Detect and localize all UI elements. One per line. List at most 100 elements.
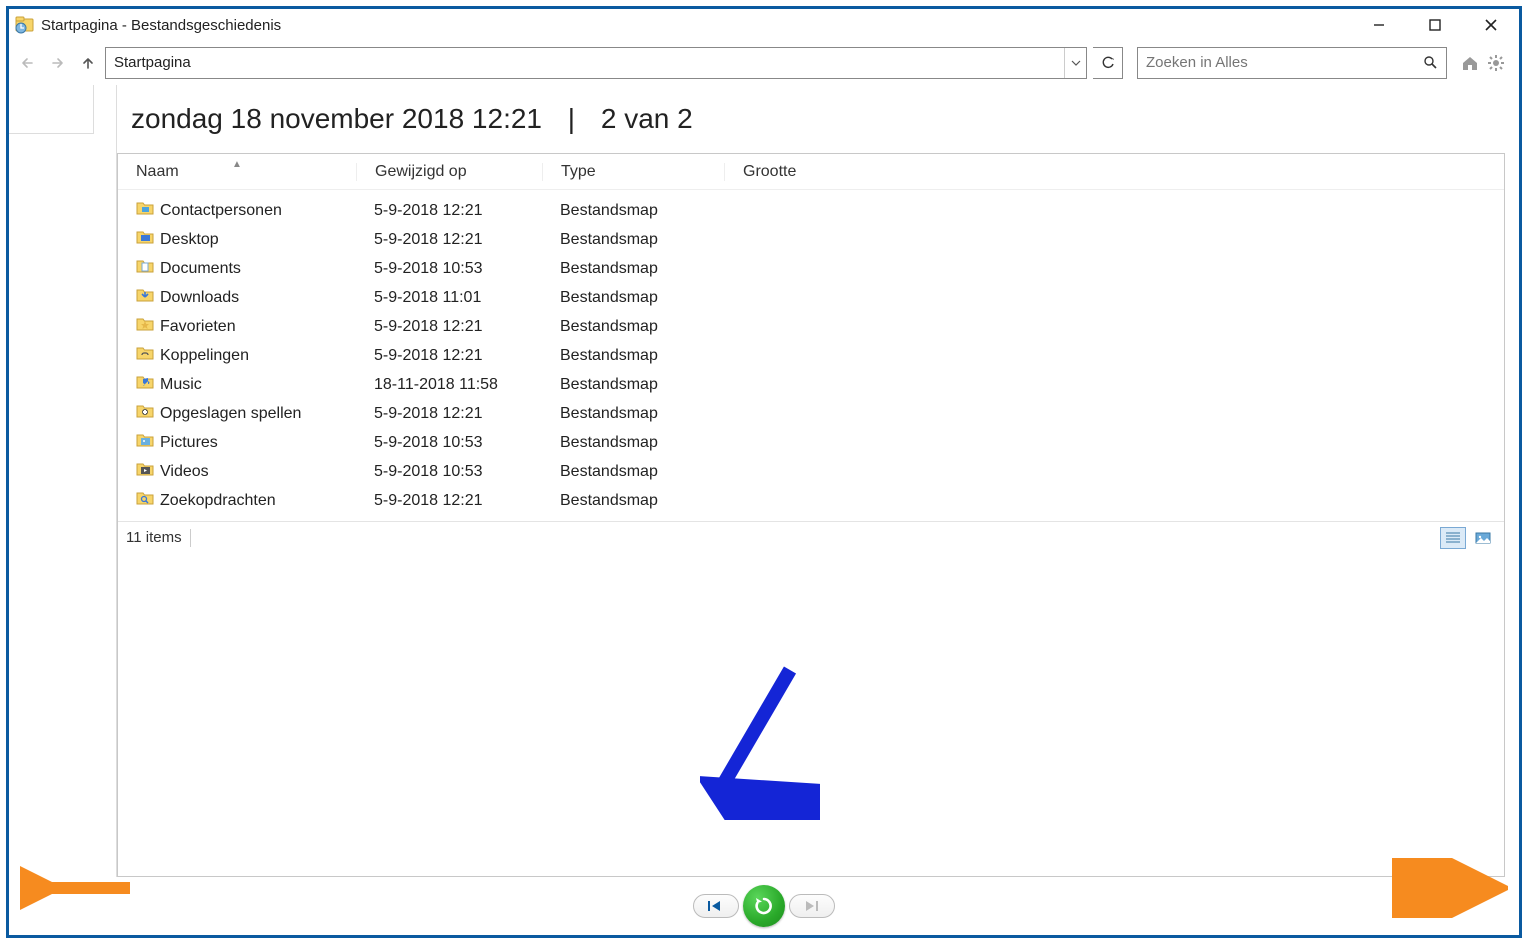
column-header-type[interactable]: Type <box>542 163 724 181</box>
file-rows: Contactpersonen5-9-2018 12:21Bestandsmap… <box>118 190 1504 521</box>
file-name: Documents <box>160 260 241 278</box>
file-name: Opgeslagen spellen <box>160 405 301 423</box>
table-row[interactable]: Desktop5-9-2018 12:21Bestandsmap <box>118 225 1504 254</box>
restore-button[interactable] <box>743 885 785 927</box>
sort-indicator-icon: ▲ <box>232 159 242 170</box>
folder-pictures-icon <box>136 432 154 453</box>
table-row[interactable]: Contactpersonen 5-9-2018 12:21Bestandsmap <box>118 196 1504 225</box>
file-modified: 18-11-2018 11:58 <box>356 376 542 394</box>
table-row[interactable]: Documents 5-9-2018 10:53Bestandsmap <box>118 254 1504 283</box>
file-type: Bestandsmap <box>542 492 724 510</box>
header-separator: | <box>568 103 575 134</box>
table-row[interactable]: Koppelingen 5-9-2018 12:21Bestandsmap <box>118 341 1504 370</box>
search-input[interactable] <box>1138 48 1416 78</box>
table-row[interactable]: Downloads 5-9-2018 11:01Bestandsmap <box>118 283 1504 312</box>
folder-searches-icon <box>136 490 154 511</box>
file-modified: 5-9-2018 12:21 <box>356 202 542 220</box>
view-thumbnails-button[interactable] <box>1470 527 1496 549</box>
bottom-controls <box>9 877 1519 935</box>
gear-icon[interactable] <box>1485 52 1507 74</box>
view-details-button[interactable] <box>1440 527 1466 549</box>
file-name: Favorieten <box>160 318 236 336</box>
home-icon[interactable] <box>1459 52 1481 74</box>
file-list-panel: Naam ▲ Gewijzigd op Type Grootte Contact… <box>117 153 1505 877</box>
nav-up-button[interactable] <box>77 52 99 74</box>
search-button[interactable] <box>1416 48 1446 78</box>
table-row[interactable]: Videos 5-9-2018 10:53Bestandsmap <box>118 457 1504 486</box>
next-version-button[interactable] <box>789 894 835 918</box>
navigation-bar <box>9 41 1519 85</box>
refresh-button[interactable] <box>1093 47 1123 79</box>
nav-back-button[interactable] <box>17 51 41 75</box>
file-modified: 5-9-2018 12:21 <box>356 492 542 510</box>
file-name: Contactpersonen <box>160 202 282 220</box>
file-name: Desktop <box>160 231 219 249</box>
folder-downloads-icon <box>136 287 154 308</box>
item-count: 11 items <box>126 529 182 546</box>
file-modified: 5-9-2018 12:21 <box>356 231 542 249</box>
snapshot-datetime: zondag 18 november 2018 12:21 <box>131 103 542 134</box>
close-button[interactable] <box>1463 9 1519 41</box>
column-header-size[interactable]: Grootte <box>724 163 844 181</box>
file-name: Zoekopdrachten <box>160 492 276 510</box>
file-type: Bestandsmap <box>542 260 724 278</box>
file-modified: 5-9-2018 12:21 <box>356 318 542 336</box>
file-name: Videos <box>160 463 209 481</box>
folder-desktop-icon <box>136 229 154 250</box>
previous-version-button[interactable] <box>693 894 739 918</box>
view-toggle <box>1440 527 1496 549</box>
file-modified: 5-9-2018 10:53 <box>356 434 542 452</box>
status-divider <box>190 529 191 547</box>
file-modified: 5-9-2018 10:53 <box>356 260 542 278</box>
folder-favorites-icon <box>136 316 154 337</box>
file-name: Pictures <box>160 434 218 452</box>
content-area: zondag 18 november 2018 12:21 | 2 van 2 … <box>9 85 1519 877</box>
window-controls <box>1351 9 1519 41</box>
column-headers: Naam ▲ Gewijzigd op Type Grootte <box>118 154 1504 190</box>
toolbar-right-icons <box>1459 52 1507 74</box>
file-type: Bestandsmap <box>542 289 724 307</box>
table-row[interactable]: Pictures 5-9-2018 10:53Bestandsmap <box>118 428 1504 457</box>
table-row[interactable]: Zoekopdrachten 5-9-2018 12:21Bestandsmap <box>118 486 1504 515</box>
file-type: Bestandsmap <box>542 376 724 394</box>
file-type: Bestandsmap <box>542 434 724 452</box>
file-type: Bestandsmap <box>542 202 724 220</box>
address-bar <box>105 47 1087 79</box>
file-type: Bestandsmap <box>542 347 724 365</box>
file-name: Downloads <box>160 289 239 307</box>
file-type: Bestandsmap <box>542 463 724 481</box>
window-title: Startpagina - Bestandsgeschiedenis <box>41 17 281 34</box>
status-bar: 11 items <box>118 521 1504 553</box>
previous-version-pane[interactable] <box>9 85 117 877</box>
titlebar: Startpagina - Bestandsgeschiedenis <box>9 9 1519 41</box>
maximize-button[interactable] <box>1407 9 1463 41</box>
folder-videos-icon <box>136 461 154 482</box>
address-input[interactable] <box>106 48 1064 78</box>
file-type: Bestandsmap <box>542 405 724 423</box>
file-history-window: Startpagina - Bestandsgeschiedenis <box>6 6 1522 938</box>
column-header-name[interactable]: Naam ▲ <box>118 163 356 181</box>
address-dropdown-button[interactable] <box>1064 48 1086 78</box>
file-modified: 5-9-2018 11:01 <box>356 289 542 307</box>
folder-documents-icon <box>136 258 154 279</box>
minimize-button[interactable] <box>1351 9 1407 41</box>
file-name: Koppelingen <box>160 347 249 365</box>
table-row[interactable]: Favorieten 5-9-2018 12:21Bestandsmap <box>118 312 1504 341</box>
file-modified: 5-9-2018 12:21 <box>356 347 542 365</box>
search-bar <box>1137 47 1447 79</box>
folder-links-icon <box>136 345 154 366</box>
table-row[interactable]: Music 18-11-2018 11:58Bestandsmap <box>118 370 1504 399</box>
column-header-modified[interactable]: Gewijzigd op <box>356 163 542 181</box>
table-row[interactable]: Opgeslagen spellen 5-9-2018 12:21Bestands… <box>118 399 1504 428</box>
snapshot-page-of: 2 van 2 <box>601 103 693 134</box>
main-area: zondag 18 november 2018 12:21 | 2 van 2 … <box>117 85 1519 877</box>
app-icon <box>15 15 35 35</box>
nav-forward-button[interactable] <box>47 51 71 75</box>
folder-games-icon <box>136 403 154 424</box>
file-type: Bestandsmap <box>542 318 724 336</box>
folder-music-icon <box>136 374 154 395</box>
snapshot-header: zondag 18 november 2018 12:21 | 2 van 2 <box>117 103 1519 153</box>
file-modified: 5-9-2018 10:53 <box>356 463 542 481</box>
file-modified: 5-9-2018 12:21 <box>356 405 542 423</box>
file-name: Music <box>160 376 202 394</box>
